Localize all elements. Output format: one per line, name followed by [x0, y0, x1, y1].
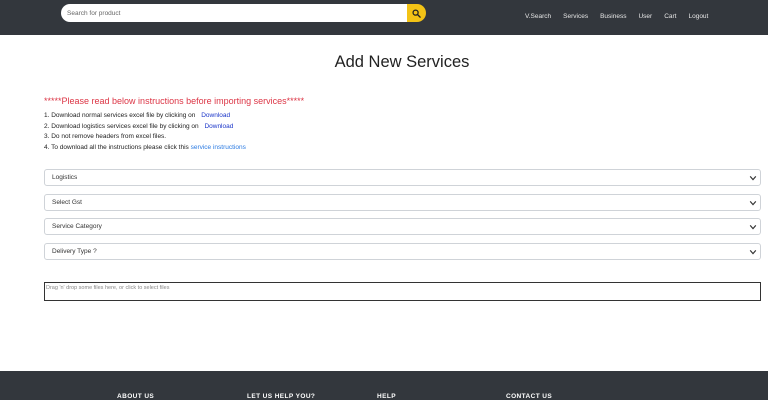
chevron-down-icon [749, 250, 757, 255]
nav-services[interactable]: Services [563, 13, 588, 20]
service-type-select[interactable]: Logistics [44, 169, 761, 186]
instruction-item: 3. Do not remove headers from excel file… [44, 132, 246, 143]
instruction-item: 2. Download logistics services excel fil… [44, 122, 246, 133]
service-category-select[interactable]: Service Category [44, 218, 761, 235]
gst-select[interactable]: Select Gst [44, 194, 761, 211]
nav-logout[interactable]: Logout [688, 13, 708, 20]
delivery-type-select[interactable]: Delivery Type ? [44, 243, 761, 260]
download-normal-link[interactable]: Download [201, 112, 230, 119]
search-button[interactable] [407, 4, 426, 22]
search-input[interactable] [61, 4, 407, 22]
search-icon [412, 8, 421, 18]
delivery-type-value: Delivery Type ? [52, 248, 97, 255]
footer-heading-contact: CONTACT US [506, 393, 553, 400]
nav-cart[interactable]: Cart [664, 13, 676, 20]
chevron-down-icon [749, 176, 757, 181]
file-dropzone[interactable]: Drag 'n' drop some files here, or click … [44, 282, 761, 301]
instruction-item: 4. To download all the instructions plea… [44, 143, 246, 154]
instruction-text: 2. Download logistics services excel fil… [44, 122, 199, 130]
instruction-text: 3. Do not remove headers from excel file… [44, 133, 167, 141]
instruction-item: 1. Download normal services excel file b… [44, 111, 246, 122]
import-warning: *****Please read below instructions befo… [44, 96, 305, 106]
service-instructions-link[interactable]: service instructions [191, 144, 246, 151]
footer-heading-about: ABOUT US [117, 393, 155, 400]
nav-links: V.Search Services Business User Cart Log… [525, 13, 720, 20]
gst-value: Select Gst [52, 199, 82, 206]
instructions-list: 1. Download normal services excel file b… [44, 111, 246, 154]
search-bar [61, 4, 426, 22]
footer-heading-help: HELP [377, 393, 396, 400]
top-navbar: V.Search Services Business User Cart Log… [0, 0, 768, 35]
nav-vsearch[interactable]: V.Search [525, 13, 551, 20]
download-logistics-link[interactable]: Download [204, 123, 233, 130]
instruction-text: 1. Download normal services excel file b… [44, 112, 196, 119]
service-category-value: Service Category [52, 223, 102, 230]
nav-business[interactable]: Business [600, 13, 626, 20]
footer-heading-help-you: LET US HELP YOU? [247, 393, 316, 400]
instruction-text: 4. To download all the instructions plea… [44, 144, 189, 152]
service-type-value: Logistics [52, 174, 78, 181]
dropzone-text: Drag 'n' drop some files here, or click … [46, 285, 170, 291]
page-title: Add New Services [334, 53, 470, 71]
chevron-down-icon [749, 201, 757, 206]
chevron-down-icon [749, 225, 757, 230]
nav-user[interactable]: User [638, 13, 652, 20]
